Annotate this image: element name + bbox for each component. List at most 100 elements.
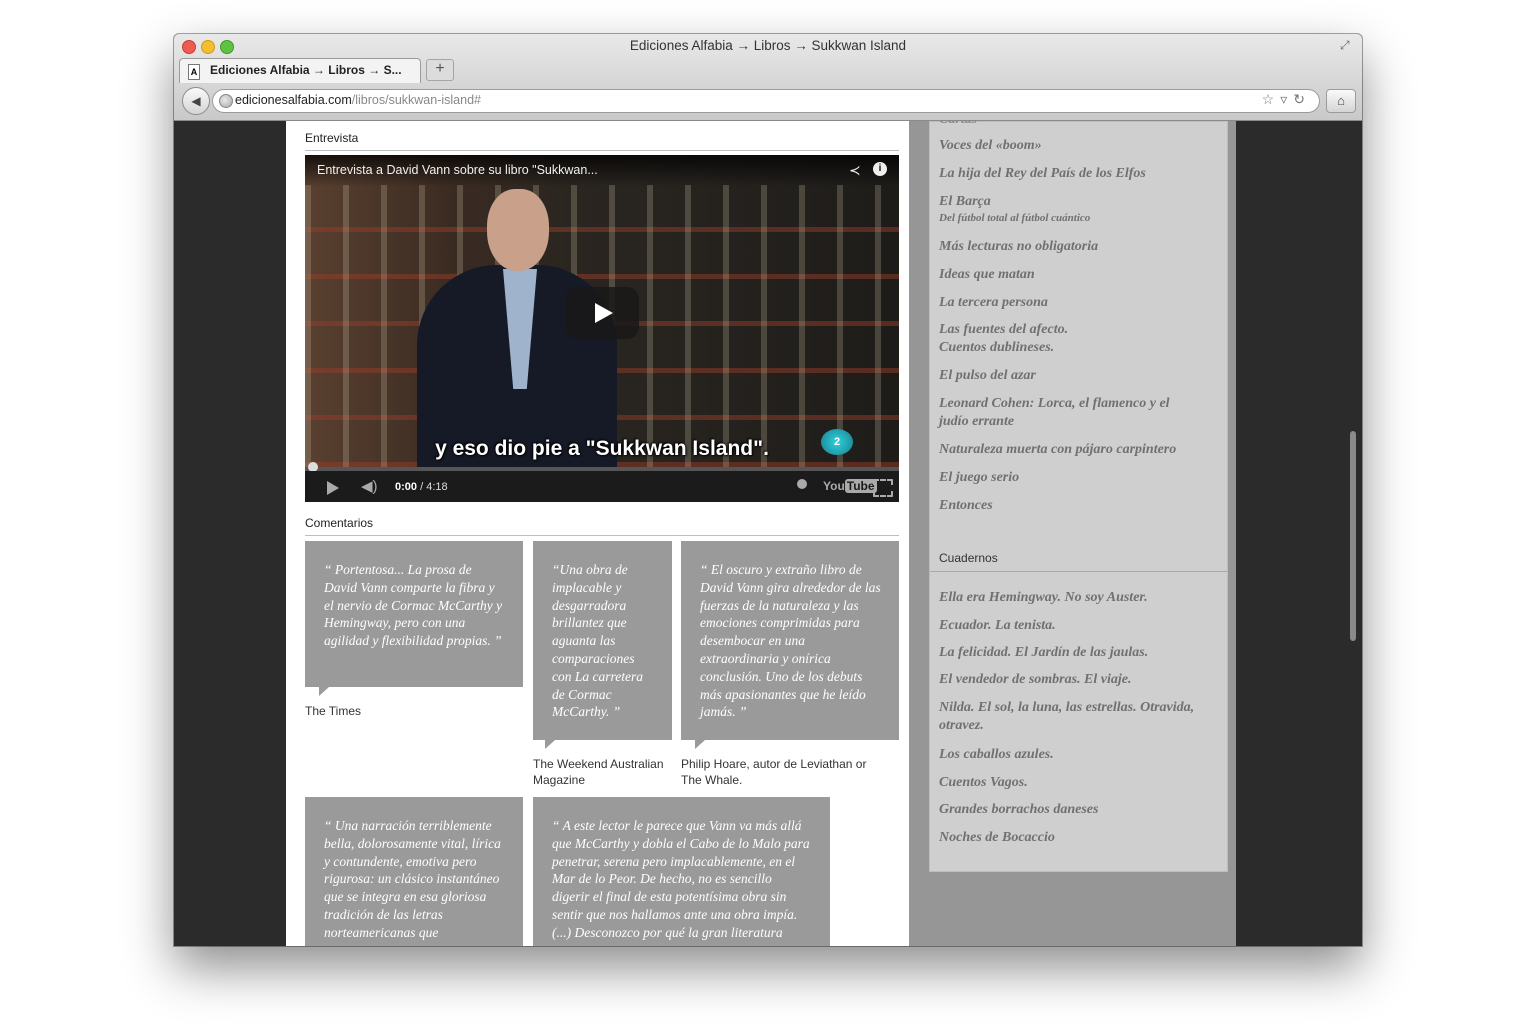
sidebar-cuaderno-link[interactable]: El vendedor de sombras. El viaje.: [939, 671, 1132, 689]
sidebar-column: Cartas Voces del «boom» La hija del Rey …: [909, 121, 1236, 946]
url-actions: ☆▿↻: [1262, 91, 1311, 108]
fullscreen-icon[interactable]: ⤢: [1340, 38, 1354, 52]
page-scrollbar[interactable]: [1350, 431, 1356, 641]
comment-quote: “ El oscuro y extraño libro de David Van…: [700, 562, 881, 720]
comment-tail: [695, 740, 705, 749]
comment-source: The Times: [305, 704, 362, 718]
cuadernos-heading: Cuadernos: [939, 551, 998, 565]
channel-logo: 2: [821, 429, 853, 455]
sidebar-book-link[interactable]: El Barça Del fútbol total al fútbol cuánt…: [939, 193, 1090, 225]
sidebar-book-link[interactable]: Ideas que matan: [939, 266, 1035, 284]
sidebar-book-link[interactable]: Leonard Cohen: Lorca, el flamenco y el ju…: [939, 395, 1170, 431]
comment-quote: “ Una narración terriblemente bella, dol…: [324, 818, 501, 940]
cuaderno-title: Nilda. El sol, la luna, las estrellas. O…: [939, 700, 1195, 715]
sidebar-book-link[interactable]: Entonces: [939, 497, 993, 515]
comment-card: “ El oscuro y extraño libro de David Van…: [681, 541, 899, 740]
bookmark-star-icon[interactable]: ☆: [1262, 91, 1281, 107]
browser-toolbar: ◀ edicionesalfabia.com/libros/sukkwan-is…: [174, 84, 1362, 120]
comment-source: The Weekend Australian Magazine: [533, 757, 664, 787]
title-bar: Ediciones Alfabia → Libros → Sukkwan Isl…: [174, 34, 1362, 121]
video-play-button[interactable]: [565, 287, 639, 339]
new-tab-button[interactable]: +: [426, 59, 454, 81]
cuadernos-divider: [930, 571, 1227, 572]
fullscreen-video-icon[interactable]: [873, 479, 893, 497]
info-icon[interactable]: i: [873, 162, 887, 176]
sidebar-cuaderno-link[interactable]: La felicidad. El Jardín de las jaulas.: [939, 644, 1148, 662]
globe-icon: [219, 94, 233, 108]
control-play-icon[interactable]: [327, 481, 339, 495]
comment-card: “ Una narración terriblemente bella, dol…: [305, 797, 523, 946]
time-total: / 4:18: [417, 481, 448, 493]
url-text[interactable]: edicionesalfabia.com/libros/sukkwan-isla…: [235, 93, 481, 107]
video-controls: ◀) 0:00 / 4:18 You Tube: [305, 471, 899, 502]
comment-tail: [319, 687, 329, 696]
cuaderno-title-line2: otravez.: [939, 718, 984, 733]
sidebar-box: Cartas Voces del «boom» La hija del Rey …: [929, 121, 1228, 872]
comments-heading: Comentarios: [305, 516, 374, 530]
comment-tail: [545, 740, 555, 749]
comment-card: “Una obra de implacable y desgarradora b…: [533, 541, 672, 740]
sidebar-item-cut-off[interactable]: Cartas: [939, 121, 977, 129]
sidebar-cuaderno-link[interactable]: Ella era Hemingway. No soy Auster.: [939, 589, 1148, 607]
home-icon: ⌂: [1337, 93, 1345, 108]
comment-quote: “ A este lector le parece que Vann va má…: [552, 818, 810, 940]
sidebar-cuaderno-link[interactable]: Ecuador. La tenista.: [939, 617, 1056, 635]
time-current: 0:00: [395, 481, 418, 493]
youtube-tube: Tube: [844, 479, 877, 493]
interview-heading: Entrevista: [305, 131, 359, 145]
volume-icon[interactable]: ◀): [361, 477, 378, 495]
video-top-bar: Entrevista a David Vann sobre su libro "…: [305, 155, 899, 187]
comment-source: Philip Hoare, autor de Leviathan or The …: [681, 757, 867, 787]
sidebar-book-link[interactable]: El pulso del azar: [939, 367, 1036, 385]
sidebar-book-link[interactable]: Voces del «boom»: [939, 137, 1042, 155]
video-subtitle: y eso dio pie a "Sukkwan Island".: [435, 437, 769, 460]
comment-quote: “ Portentosa... La prosa de David Vann c…: [324, 562, 503, 649]
sidebar-cuaderno-link[interactable]: Cuentos Vagos.: [939, 774, 1028, 792]
comment-card: “ A este lector le parece que Vann va má…: [533, 797, 830, 946]
sidebar-book-link[interactable]: El juego serio: [939, 469, 1019, 487]
sidebar-book-link[interactable]: Naturaleza muerta con pájaro carpintero: [939, 441, 1176, 459]
youtube-you: You: [823, 479, 845, 493]
video-time: 0:00 / 4:18: [395, 481, 448, 493]
sidebar-cuaderno-link[interactable]: Grandes borrachos daneses: [939, 801, 1098, 819]
book-title: El Barça: [939, 194, 991, 209]
sidebar-book-link[interactable]: La tercera persona: [939, 294, 1048, 312]
share-icon[interactable]: ≺: [849, 162, 861, 179]
page-viewport: Entrevista Entrevista a David Vann sobre…: [174, 121, 1362, 946]
comment-quote: “Una obra de implacable y desgarradora b…: [552, 562, 643, 720]
comment-card: “ Portentosa... La prosa de David Vann c…: [305, 541, 523, 687]
sidebar-cuaderno-link[interactable]: Los caballos azules.: [939, 746, 1054, 764]
back-arrow-icon: ◀: [191, 94, 201, 108]
dropdown-arrow-icon[interactable]: ▿: [1280, 91, 1293, 107]
address-bar[interactable]: edicionesalfabia.com/libros/sukkwan-isla…: [212, 89, 1320, 113]
tab-strip: A Ediciones Alfabia → Libros → S... +: [174, 56, 1362, 83]
url-path: /libros/sukkwan-island#: [351, 93, 481, 107]
browser-window: Ediciones Alfabia → Libros → Sukkwan Isl…: [174, 34, 1362, 946]
site-favicon-icon: A: [188, 64, 200, 80]
sidebar-cuaderno-link[interactable]: Nilda. El sol, la luna, las estrellas. O…: [939, 699, 1194, 735]
home-button[interactable]: ⌂: [1326, 89, 1356, 113]
sidebar-book-link[interactable]: La hija del Rey del País de los Elfos: [939, 165, 1146, 183]
book-title-line2: Cuentos dublineses.: [939, 340, 1055, 355]
video-title[interactable]: Entrevista a David Vann sobre su libro "…: [317, 163, 598, 177]
video-player[interactable]: Entrevista a David Vann sobre su libro "…: [305, 155, 899, 502]
browser-tab-active[interactable]: A Ediciones Alfabia → Libros → S...: [179, 58, 421, 83]
book-title-line2: judío errante: [939, 414, 1015, 429]
tab-label: Ediciones Alfabia → Libros → S...: [210, 63, 402, 77]
sidebar-cuaderno-link[interactable]: Noches de Bocaccio: [939, 829, 1055, 847]
main-column: Entrevista Entrevista a David Vann sobre…: [286, 121, 909, 946]
book-title: Leonard Cohen: Lorca, el flamenco y el: [939, 396, 1170, 411]
back-button[interactable]: ◀: [182, 87, 210, 115]
book-subtitle: Del fútbol total al fútbol cuántico: [939, 212, 1091, 224]
interview-divider: [305, 150, 899, 151]
play-icon: [595, 303, 613, 323]
youtube-logo[interactable]: You Tube: [823, 479, 877, 493]
reload-icon[interactable]: ↻: [1293, 91, 1311, 107]
speaker-head: [487, 189, 549, 271]
comments-divider: [305, 535, 899, 536]
sidebar-book-link[interactable]: Más lecturas no obligatoria: [939, 238, 1098, 256]
sidebar-book-link[interactable]: Las fuentes del afecto. Cuentos dublinese…: [939, 321, 1068, 357]
settings-icon[interactable]: [797, 479, 807, 489]
window-title: Ediciones Alfabia → Libros → Sukkwan Isl…: [629, 38, 907, 53]
url-domain: edicionesalfabia.com: [235, 93, 352, 107]
